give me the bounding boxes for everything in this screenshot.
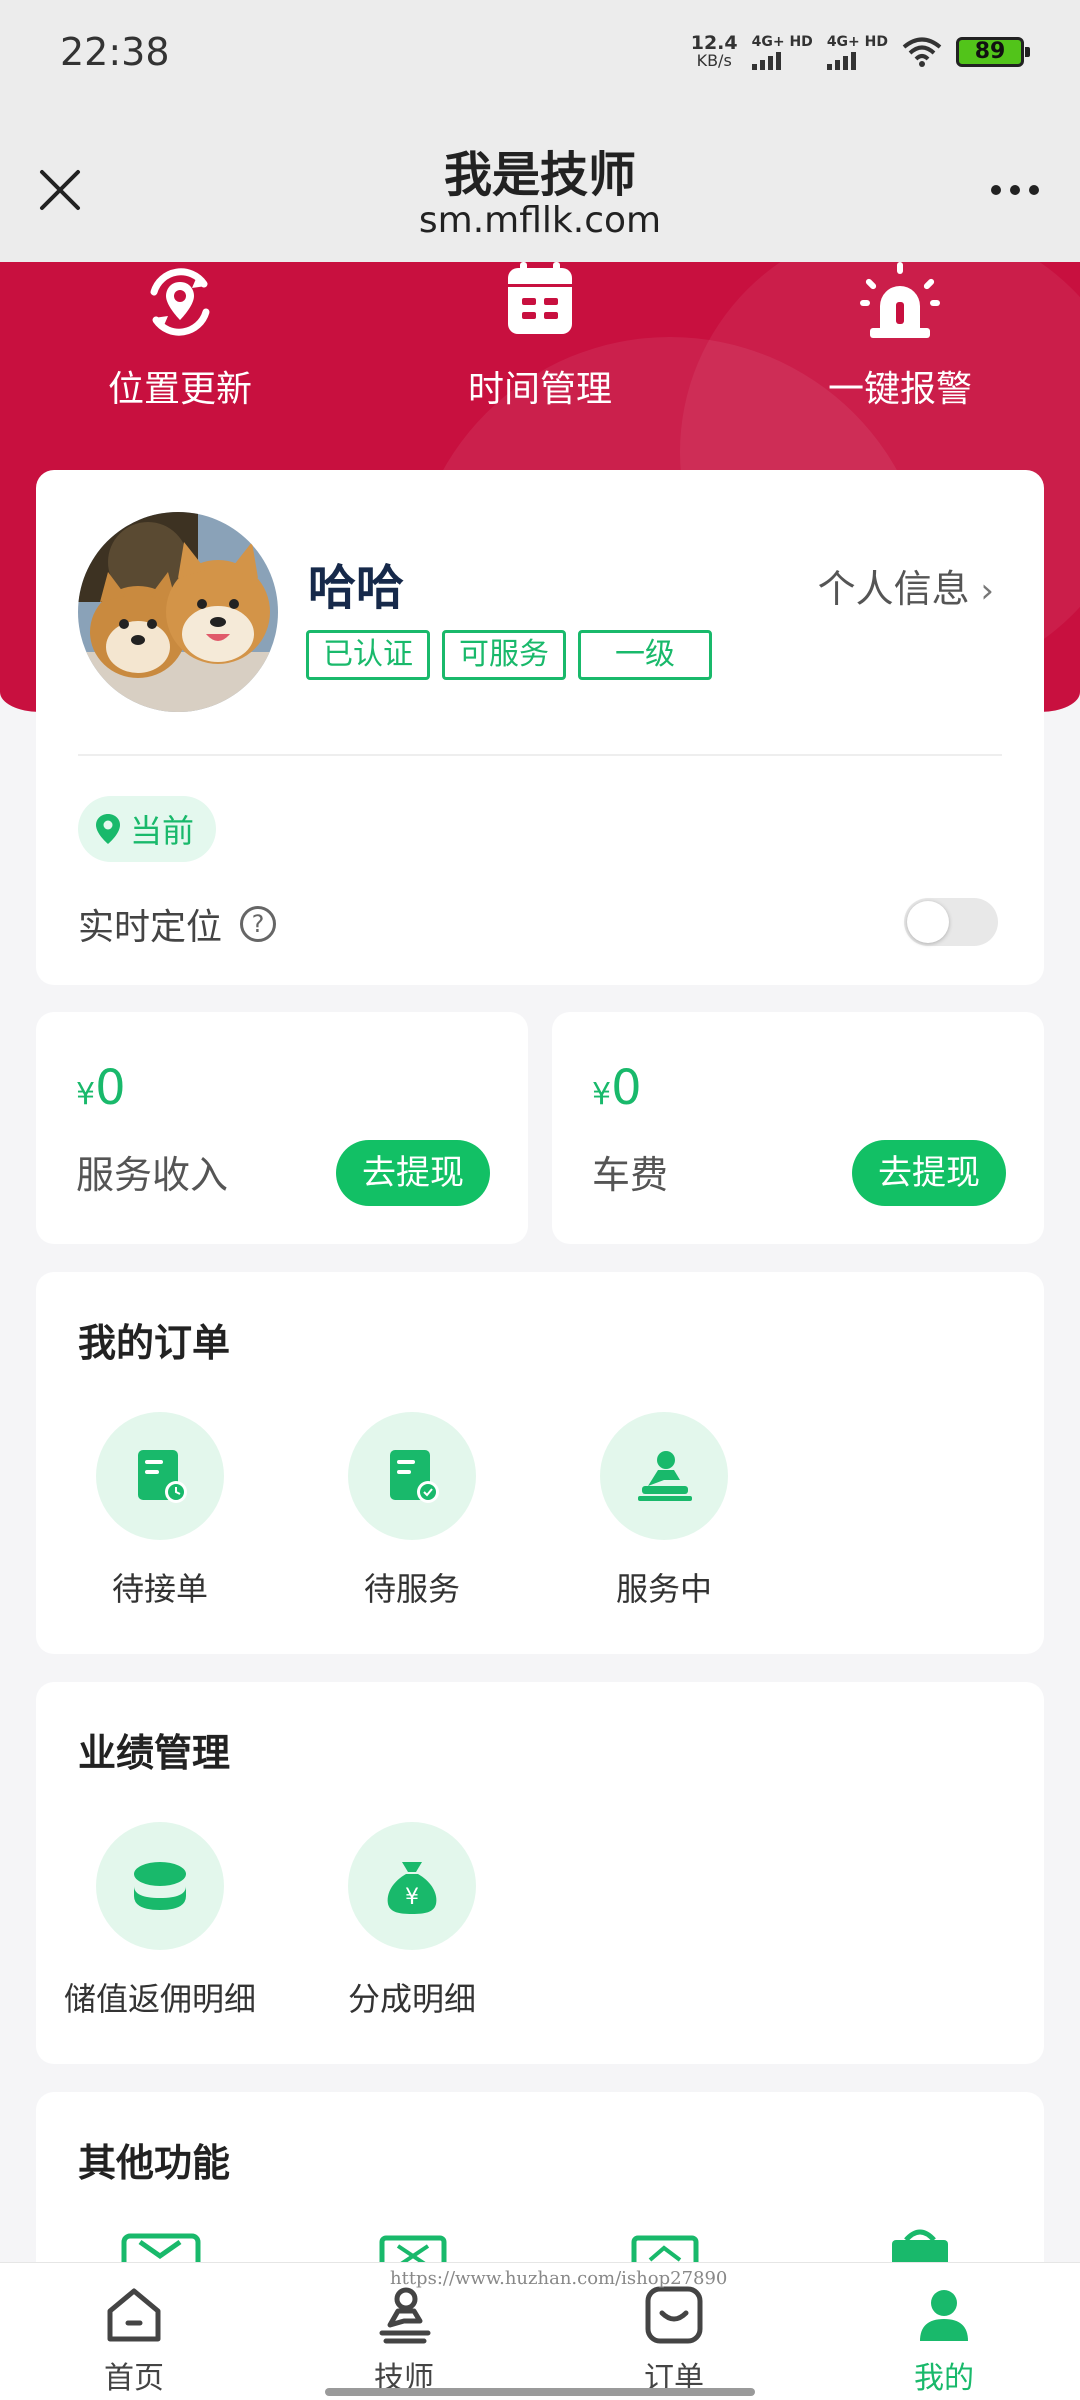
nav-mine[interactable]: 我的 [844, 2283, 1044, 2397]
section-title: 我的订单 [78, 1321, 231, 1365]
order-icon [645, 2286, 703, 2344]
location-refresh-icon [150, 268, 210, 336]
help-icon[interactable]: ? [240, 906, 277, 942]
sim2-label: 4G+ HD [826, 34, 888, 50]
status-badge: 已认证 [306, 630, 430, 680]
user-icon [920, 2290, 968, 2341]
hero-action-label: 时间管理 [467, 369, 612, 410]
pending-order-icon [138, 1450, 187, 1503]
status-time: 22:38 [60, 30, 170, 74]
home-indicator[interactable] [325, 2388, 755, 2396]
location-pill-label: 当前 [130, 812, 195, 850]
realtime-location-toggle[interactable] [904, 898, 998, 946]
amount-value: 0 [611, 1060, 642, 1116]
nav-label: 我的 [914, 2361, 974, 2396]
hero-action-time-management[interactable]: 时间管理 [410, 262, 670, 412]
grid-item-label: 服务中 [615, 1570, 712, 1608]
home-icon [107, 2288, 161, 2342]
status-badge: 可服务 [442, 630, 566, 680]
hero-action-emergency-alarm[interactable]: 一键报警 [770, 262, 1030, 412]
more-dot-icon [991, 185, 1001, 195]
nav-orders[interactable]: 订单 [574, 2283, 774, 2397]
travel-fee-card: ¥0 车费 去提现 [552, 1012, 1044, 1244]
performance-card: 业绩管理 储值返佣明细 ¥ 分成明细 [36, 1682, 1044, 2064]
hero-action-label: 一键报警 [827, 369, 972, 410]
user-name: 哈哈 [308, 560, 405, 616]
realtime-location-label: 实时定位 [78, 907, 223, 948]
section-title: 其他功能 [78, 2141, 231, 2185]
current-location-pill[interactable]: 当前 [78, 796, 217, 862]
realtime-location-row: 实时定位 ? [78, 898, 277, 950]
currency-symbol: ¥ [76, 1077, 96, 1112]
to-serve-icon [390, 1450, 439, 1503]
chevron-right-icon: › [969, 571, 994, 611]
travel-fee-label: 车费 [592, 1153, 669, 1197]
avatar[interactable] [78, 512, 278, 712]
sim1-signal-icon: 4G+ HD [751, 34, 813, 70]
service-income-label: 服务收入 [76, 1153, 229, 1197]
watermark-text: https://www.huzhan.com/ishop27890 [390, 2268, 728, 2289]
net-speed: 12.4 KB/s [691, 34, 738, 70]
page-title: 我是技师 [443, 147, 636, 203]
nav-home[interactable]: 首页 [34, 2283, 234, 2397]
hero-action-label: 位置更新 [107, 369, 252, 410]
section-title: 业绩管理 [78, 1731, 231, 1775]
grid-item-label: 待服务 [363, 1570, 460, 1608]
avatar-image [78, 512, 278, 712]
revenue-share-detail[interactable]: ¥ 分成明细 [302, 1822, 522, 2020]
service-income-amount: ¥0 [76, 1060, 126, 1116]
order-pending-service[interactable]: 待服务 [302, 1412, 522, 1610]
withdraw-button[interactable]: 去提现 [336, 1140, 490, 1206]
grid-item-label: 储值返佣明细 [63, 1980, 256, 2018]
more-dot-icon [1010, 185, 1020, 195]
order-in-service[interactable]: 服务中 [554, 1412, 774, 1610]
technician-icon [379, 2287, 431, 2344]
more-dot-icon [1029, 185, 1039, 195]
status-icons: 12.4 KB/s 4G+ HD 4G+ HD 89 [691, 34, 1030, 70]
personal-info-label: 个人信息 [817, 567, 970, 611]
service-income-card: ¥0 服务收入 去提现 [36, 1012, 528, 1244]
level-badge: 一级 [578, 630, 712, 680]
more-button[interactable] [980, 168, 1050, 212]
top-bar: 22:38 12.4 KB/s 4G+ HD 4G+ HD 89 我是技师 sm… [0, 0, 1080, 262]
nav-label: 首页 [104, 2361, 164, 2396]
status-tags: 已认证 可服务 一级 [306, 630, 712, 680]
hero-action-location-update[interactable]: 位置更新 [50, 262, 310, 412]
travel-fee-amount: ¥0 [592, 1060, 642, 1116]
alarm-light-icon [860, 262, 940, 338]
coin-stack-icon [134, 1862, 186, 1910]
order-pending-accept[interactable]: 待接单 [50, 1412, 270, 1610]
sim2-signal-icon: 4G+ HD [826, 34, 888, 70]
grid-item-label: 分成明细 [347, 1980, 476, 2018]
profile-card: 哈哈 个人信息 › 已认证 可服务 一级 当前 实时定位 ? [36, 470, 1044, 985]
net-speed-value: 12.4 [690, 32, 738, 54]
battery-icon: 89 [956, 37, 1030, 67]
other-features-icons-peek [0, 2226, 1080, 2262]
currency-symbol: ¥ [592, 1077, 612, 1112]
money-bag-icon: ¥ [387, 1862, 437, 1914]
net-speed-unit: KB/s [696, 51, 732, 70]
grid-item-label: 待接单 [111, 1570, 208, 1608]
divider [78, 754, 1002, 756]
sim1-label: 4G+ HD [751, 34, 813, 50]
in-service-icon [638, 1451, 692, 1501]
nav-technician[interactable]: 技师 [304, 2283, 504, 2397]
withdraw-button[interactable]: 去提现 [852, 1140, 1006, 1206]
amount-value: 0 [95, 1060, 126, 1116]
calendar-icon [508, 262, 572, 334]
page-domain: sm.mfllk.com [418, 200, 662, 241]
wifi-icon [902, 37, 942, 67]
recharge-commission-detail[interactable]: 储值返佣明细 [50, 1822, 270, 2020]
my-orders-card: 我的订单 待接单 待服务 服务中 [36, 1272, 1044, 1654]
personal-info-link[interactable]: 个人信息 › [818, 558, 994, 613]
location-pin-icon [96, 814, 120, 844]
svg-text:¥: ¥ [405, 1885, 419, 1910]
